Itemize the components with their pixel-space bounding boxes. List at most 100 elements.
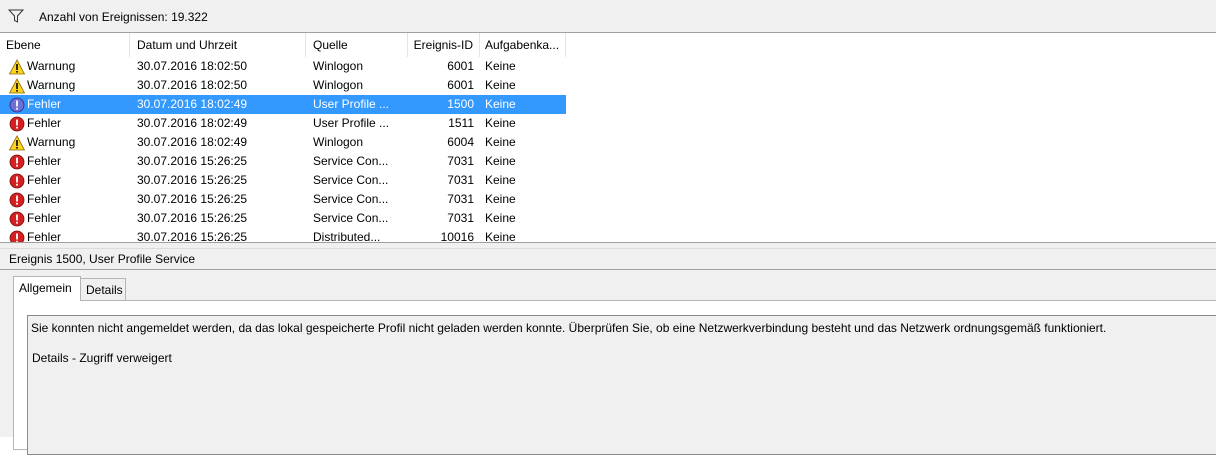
- level-cell: Fehler: [0, 152, 130, 171]
- warning-icon: [8, 78, 26, 94]
- event-count-label: Anzahl von Ereignissen: 19.322: [39, 10, 208, 24]
- table-row[interactable]: Warnung 30.07.2016 18:02:50 Winlogon 6001 Ke…: [0, 57, 566, 76]
- event-id-cell: 7031: [447, 211, 474, 225]
- error-icon: [9, 211, 25, 227]
- datetime-cell: 30.07.2016 18:02:50: [137, 78, 248, 92]
- datetime-cell: 30.07.2016 18:02:50: [137, 59, 248, 73]
- table-row[interactable]: Fehler 30.07.2016 15:26:25 Service Con... 7…: [0, 152, 566, 171]
- event-details-line: Details - Zugriff verweigert: [32, 351, 172, 365]
- event-rows: Warnung 30.07.2016 18:02:50 Winlogon 6001 Ke…: [0, 57, 566, 242]
- task-category-cell: Keine: [485, 78, 516, 92]
- table-row[interactable]: Fehler 30.07.2016 15:26:25 Service Con... 7…: [0, 171, 566, 190]
- error-icon: [9, 230, 25, 242]
- task-category-cell: Keine: [485, 154, 516, 168]
- level-cell: Fehler: [0, 95, 130, 114]
- task-category-cell: Keine: [485, 97, 516, 111]
- error-icon: [9, 97, 25, 113]
- source-cell: Service Con...: [313, 173, 389, 187]
- event-id-cell: 7031: [447, 173, 474, 187]
- event-id-cell: 7031: [447, 154, 474, 168]
- table-row[interactable]: Fehler 30.07.2016 15:26:25 Service Con... 7…: [0, 190, 566, 209]
- tab-allgemein[interactable]: Allgemein: [13, 276, 81, 301]
- table-row[interactable]: Fehler 30.07.2016 15:26:25 Distributed... 1…: [0, 228, 566, 242]
- source-cell: Service Con...: [313, 211, 389, 225]
- table-row[interactable]: Fehler 30.07.2016 18:02:49 User Profile ..…: [0, 95, 566, 114]
- level-text: Fehler: [27, 116, 62, 130]
- datetime-cell: 30.07.2016 15:26:25: [137, 192, 248, 206]
- table-row[interactable]: Warnung 30.07.2016 18:02:49 Winlogon 6004 Ke…: [0, 133, 566, 152]
- event-id-cell: 7031: [447, 192, 474, 206]
- datetime-cell: 30.07.2016 18:02:49: [137, 135, 248, 149]
- level-text: Warnung: [27, 135, 76, 149]
- datetime-cell: 30.07.2016 18:02:49: [137, 97, 248, 111]
- column-header-event-id[interactable]: Ereignis-ID: [409, 33, 480, 57]
- level-text: Fehler: [27, 154, 62, 168]
- column-header-source[interactable]: Quelle: [307, 33, 408, 57]
- level-cell: Fehler: [0, 190, 130, 209]
- event-id-cell: 10016: [440, 230, 474, 242]
- level-cell: Fehler: [0, 228, 130, 242]
- source-cell: Winlogon: [313, 59, 364, 73]
- source-cell: Distributed...: [313, 230, 381, 242]
- level-cell: Fehler: [0, 171, 130, 190]
- event-id-cell: 1511: [448, 116, 474, 130]
- error-icon: [9, 154, 25, 170]
- level-cell: Fehler: [0, 114, 130, 133]
- source-cell: User Profile ...: [313, 116, 390, 130]
- event-id-cell: 6001: [447, 78, 474, 92]
- table-row[interactable]: Fehler 30.07.2016 15:26:25 Service Con... 7…: [0, 209, 566, 228]
- source-cell: Service Con...: [313, 192, 389, 206]
- level-cell: Warnung: [0, 133, 130, 152]
- event-id-cell: 6004: [447, 135, 474, 149]
- event-id-cell: 6001: [447, 59, 474, 73]
- task-category-cell: Keine: [485, 211, 516, 225]
- source-cell: Winlogon: [313, 78, 364, 92]
- warning-icon: [8, 59, 26, 75]
- level-cell: Fehler: [0, 209, 130, 228]
- event-detail-pane: Allgemein Details Sie konnten nicht ange…: [0, 270, 1216, 455]
- tab-panel-general: Sie konnten nicht angemeldet werden, da …: [13, 300, 1216, 455]
- event-description-box[interactable]: Sie konnten nicht angemeldet werden, da …: [27, 315, 1216, 455]
- pane-splitter[interactable]: [0, 242, 1216, 249]
- error-icon: [9, 116, 25, 132]
- table-row[interactable]: Fehler 30.07.2016 18:02:49 User Profile ..…: [0, 114, 566, 133]
- event-detail-title: Ereignis 1500, User Profile Service: [9, 252, 196, 266]
- level-text: Fehler: [27, 230, 62, 242]
- task-category-cell: Keine: [485, 173, 516, 187]
- task-category-cell: Keine: [485, 116, 516, 130]
- event-list[interactable]: Ebene Datum und Uhrzeit Quelle Ereignis-…: [0, 33, 1216, 242]
- datetime-cell: 30.07.2016 15:26:25: [137, 154, 248, 168]
- datetime-cell: 30.07.2016 18:02:49: [137, 116, 248, 130]
- level-text: Fehler: [27, 97, 62, 111]
- task-category-cell: Keine: [485, 230, 516, 242]
- event-id-cell: 1500: [447, 97, 474, 111]
- tab-details[interactable]: Details: [80, 278, 126, 300]
- datetime-cell: 30.07.2016 15:26:25: [137, 173, 248, 187]
- column-header-datetime[interactable]: Datum und Uhrzeit: [131, 33, 306, 57]
- task-category-cell: Keine: [485, 59, 516, 73]
- task-category-cell: Keine: [485, 192, 516, 206]
- column-header-task[interactable]: Aufgabenka...: [479, 33, 566, 57]
- level-text: Warnung: [27, 59, 76, 73]
- level-text: Fehler: [27, 211, 62, 225]
- error-icon: [9, 173, 25, 189]
- event-detail-header: Ereignis 1500, User Profile Service: [0, 249, 1216, 270]
- level-cell: Warnung: [0, 57, 130, 76]
- filter-bar: Anzahl von Ereignissen: 19.322: [0, 0, 1216, 33]
- column-header-row: Ebene Datum und Uhrzeit Quelle Ereignis-…: [0, 33, 566, 57]
- level-text: Warnung: [27, 78, 76, 92]
- table-row[interactable]: Warnung 30.07.2016 18:02:50 Winlogon 6001 Ke…: [0, 76, 566, 95]
- source-cell: Winlogon: [313, 135, 364, 149]
- level-text: Fehler: [27, 192, 62, 206]
- event-message: Sie konnten nicht angemeldet werden, da …: [31, 321, 1107, 335]
- filter-icon[interactable]: [8, 9, 24, 23]
- datetime-cell: 30.07.2016 15:26:25: [137, 230, 248, 242]
- column-header-level[interactable]: Ebene: [0, 33, 130, 57]
- task-category-cell: Keine: [485, 135, 516, 149]
- level-text: Fehler: [27, 173, 62, 187]
- source-cell: User Profile ...: [313, 97, 390, 111]
- warning-icon: [8, 135, 26, 151]
- source-cell: Service Con...: [313, 154, 389, 168]
- level-cell: Warnung: [0, 76, 130, 95]
- datetime-cell: 30.07.2016 15:26:25: [137, 211, 248, 225]
